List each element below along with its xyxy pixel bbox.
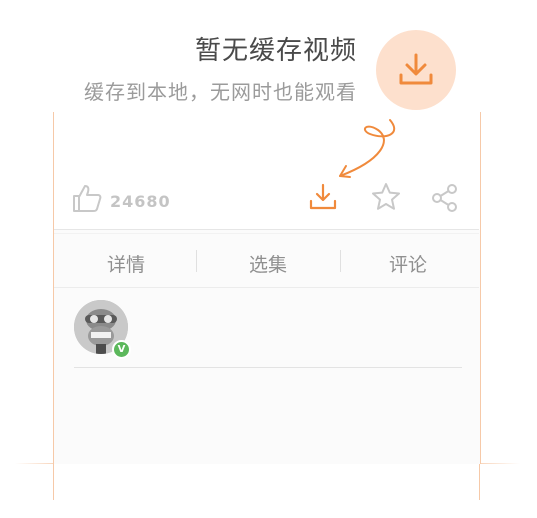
tab-comments[interactable]: 评论 bbox=[338, 250, 478, 277]
star-icon[interactable] bbox=[371, 182, 401, 212]
video-detail-panel bbox=[53, 112, 481, 464]
action-bar-divider-shadow bbox=[54, 233, 479, 234]
empty-state-title: 暂无缓存视频 bbox=[194, 36, 357, 66]
thumbs-up-icon[interactable] bbox=[72, 182, 104, 214]
download-icon[interactable] bbox=[308, 182, 338, 212]
tab-details[interactable]: 详情 bbox=[56, 250, 196, 277]
empty-state-subtitle: 缓存到本地，无网时也能观看 bbox=[84, 80, 357, 104]
pointer-arrow bbox=[339, 119, 396, 178]
like-count: 24680 bbox=[110, 192, 171, 211]
tab-episodes[interactable]: 选集 bbox=[198, 250, 338, 277]
tab-bar-divider bbox=[54, 287, 479, 288]
verified-badge: V bbox=[112, 340, 131, 359]
download-icon bbox=[399, 53, 433, 85]
action-bar bbox=[54, 112, 480, 230]
tab-separator bbox=[196, 250, 197, 272]
action-bar-divider bbox=[54, 229, 479, 230]
download-highlight bbox=[376, 30, 456, 110]
comment-divider bbox=[74, 367, 462, 368]
share-icon[interactable] bbox=[430, 183, 460, 213]
